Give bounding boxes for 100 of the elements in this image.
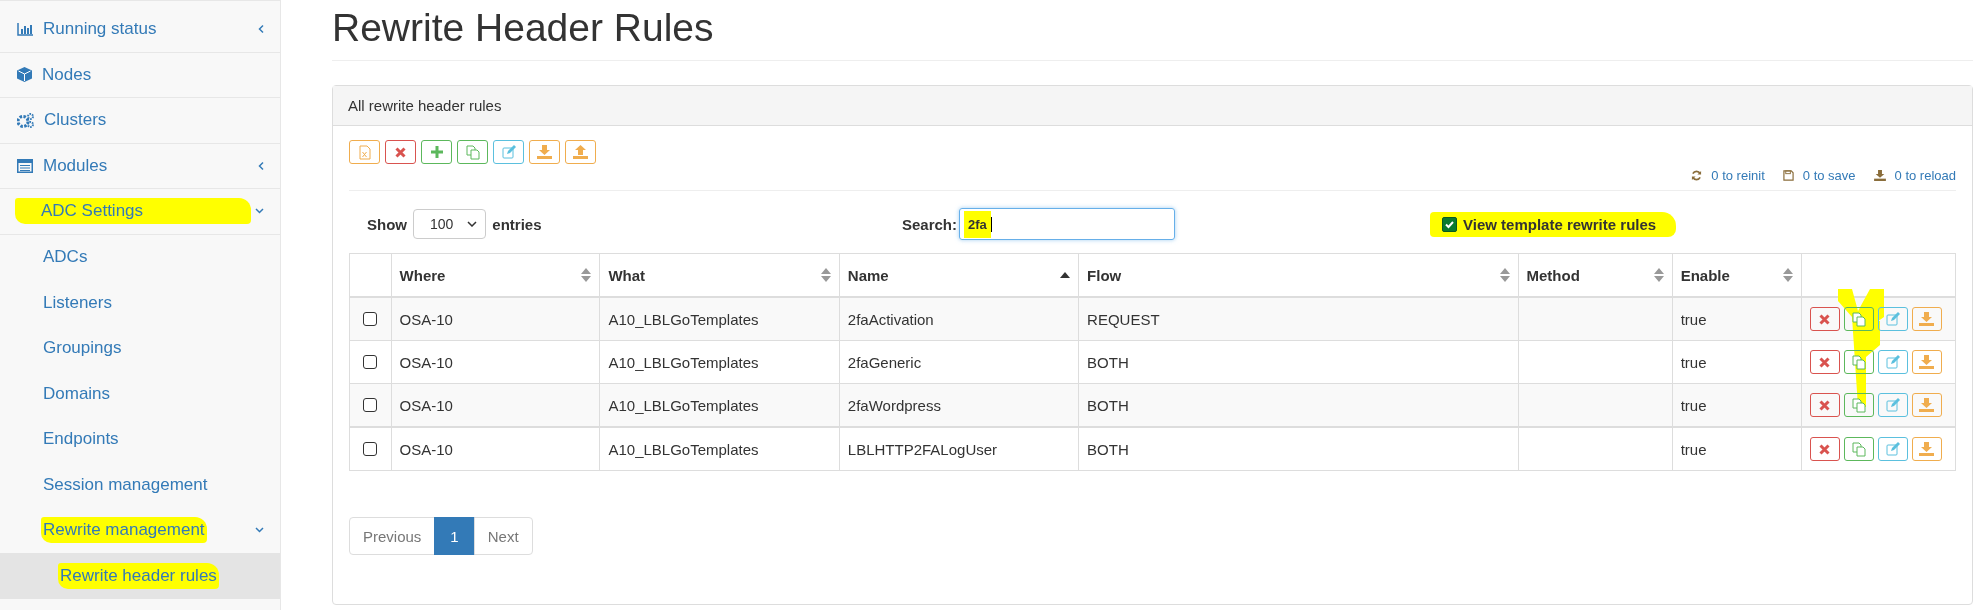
- copy-button[interactable]: [457, 140, 488, 164]
- sort-icon: [581, 268, 592, 282]
- row-download-button[interactable]: [1911, 307, 1942, 331]
- table-cell: A10_LBLGoTemplates: [599, 340, 840, 384]
- copy-icon: [1851, 354, 1866, 370]
- table-cell: true: [1672, 340, 1802, 384]
- highlighted-label: Nodes: [41, 63, 93, 86]
- download-icon: [1919, 312, 1935, 326]
- chevron-down-icon: [255, 527, 264, 534]
- table-cell: REQUEST: [1078, 297, 1518, 341]
- download-icon: [1919, 442, 1935, 456]
- highlighted-label: Rewrite header rules: [58, 562, 219, 589]
- highlighted-label: Rewrite management: [41, 517, 207, 544]
- highlighted-label: Modules: [42, 154, 109, 177]
- sidebar-item[interactable]: Clusters: [0, 98, 280, 144]
- status-link[interactable]: 0 to reinit: [1691, 168, 1765, 183]
- cube-icon: [17, 67, 32, 83]
- close-icon: [395, 146, 406, 158]
- upload-icon: [573, 145, 588, 159]
- table-cell: true: [1672, 297, 1802, 341]
- download-icon: [1919, 355, 1935, 369]
- row-edit-button[interactable]: [1877, 393, 1908, 417]
- highlighted-label: ADCs: [42, 246, 89, 269]
- edit-icon: [1885, 398, 1900, 412]
- entries-label: entries: [492, 215, 542, 233]
- sidebar-item[interactable]: ADCs: [0, 234, 280, 280]
- row-checkbox[interactable]: [363, 398, 378, 412]
- template-toggle[interactable]: View template rewrite rules: [1430, 211, 1677, 237]
- table-cell: BOTH: [1078, 340, 1518, 384]
- bar-chart-icon: [17, 22, 33, 36]
- row-delete-button[interactable]: [1809, 393, 1840, 417]
- sidebar-item[interactable]: Modules: [0, 143, 280, 189]
- delete-button[interactable]: [385, 140, 416, 164]
- sidebar-item[interactable]: Rewrite management: [0, 507, 280, 553]
- next-button[interactable]: Next: [473, 517, 533, 555]
- row-delete-button[interactable]: [1809, 437, 1840, 461]
- close-icon: [1819, 356, 1831, 368]
- sidebar-item[interactable]: Domains: [0, 371, 280, 417]
- status-link[interactable]: 0 to reload: [1873, 168, 1956, 183]
- row-checkbox[interactable]: [363, 312, 378, 326]
- download-icon: [537, 145, 552, 159]
- row-edit-button[interactable]: [1877, 350, 1908, 374]
- row-edit-button[interactable]: [1877, 437, 1908, 461]
- plus-icon: [430, 146, 443, 158]
- edit-icon: [1885, 442, 1900, 456]
- search-field[interactable]: 2fa: [959, 208, 1176, 240]
- status-link[interactable]: 0 to save: [1782, 168, 1856, 183]
- edit-icon: [1885, 355, 1900, 369]
- sidebar-item[interactable]: Endpoints: [0, 416, 280, 462]
- excel-button[interactable]: [349, 140, 380, 164]
- highlighted-label: Endpoints: [42, 428, 120, 451]
- row-checkbox[interactable]: [363, 442, 378, 456]
- entries-select[interactable]: 100: [413, 209, 487, 239]
- table-cell: A10_LBLGoTemplates: [599, 297, 840, 341]
- row-copy-button[interactable]: [1843, 437, 1874, 461]
- row-download-button[interactable]: [1911, 350, 1942, 374]
- sort-icon: [820, 268, 831, 282]
- highlighted-label: Running status: [42, 18, 158, 41]
- sidebar-item[interactable]: ADC Settings: [0, 189, 280, 235]
- checkbox[interactable]: [1442, 216, 1457, 232]
- previous-button[interactable]: Previous: [349, 517, 436, 555]
- highlighted-label: Clusters: [43, 109, 108, 132]
- download-icon: [1873, 170, 1886, 181]
- highlighted-label: Listeners: [42, 291, 113, 314]
- edit-icon: [1885, 312, 1900, 326]
- sidebar-item[interactable]: Listeners: [0, 280, 280, 326]
- row-download-button[interactable]: [1911, 393, 1942, 417]
- sidebar-item[interactable]: Session management: [0, 462, 280, 508]
- chevron-down-icon: [255, 208, 264, 215]
- edit-button[interactable]: [493, 140, 524, 164]
- upload-button[interactable]: [565, 140, 596, 164]
- sidebar-item[interactable]: Rewrite header rules: [0, 553, 280, 599]
- add-button[interactable]: [421, 140, 452, 164]
- panel-title: All rewrite header rules: [348, 97, 502, 114]
- list-icon: [17, 158, 33, 173]
- edit-icon: [501, 145, 516, 159]
- chevron-left-icon: [258, 161, 264, 171]
- chevron-left-icon: [258, 24, 264, 34]
- table-cell: OSA-10: [391, 427, 600, 471]
- highlighted-label: Groupings: [42, 337, 123, 360]
- close-icon: [1819, 399, 1831, 411]
- close-icon: [1819, 443, 1831, 455]
- sort-ascending-icon: [1060, 272, 1071, 278]
- show-label: Show: [367, 215, 407, 233]
- close-icon: [1819, 313, 1831, 325]
- download-button[interactable]: [529, 140, 560, 164]
- row-checkbox[interactable]: [363, 355, 378, 369]
- copy-icon: [1851, 441, 1866, 457]
- row-delete-button[interactable]: [1809, 350, 1840, 374]
- highlighted-label: ADC Settings: [15, 198, 252, 225]
- row-delete-button[interactable]: [1809, 307, 1840, 331]
- page-button[interactable]: 1: [434, 517, 475, 555]
- sidebar-item[interactable]: Running status: [0, 7, 280, 53]
- table-cell: BOTH: [1078, 427, 1518, 471]
- sidebar-item[interactable]: Groupings: [0, 325, 280, 371]
- sidebar-item[interactable]: Nodes: [0, 52, 280, 98]
- sort-icon: [1782, 268, 1793, 282]
- table-cell: true: [1672, 427, 1802, 471]
- row-download-button[interactable]: [1911, 437, 1942, 461]
- table-cell: LBLHTTP2FALogUser: [839, 427, 1079, 471]
